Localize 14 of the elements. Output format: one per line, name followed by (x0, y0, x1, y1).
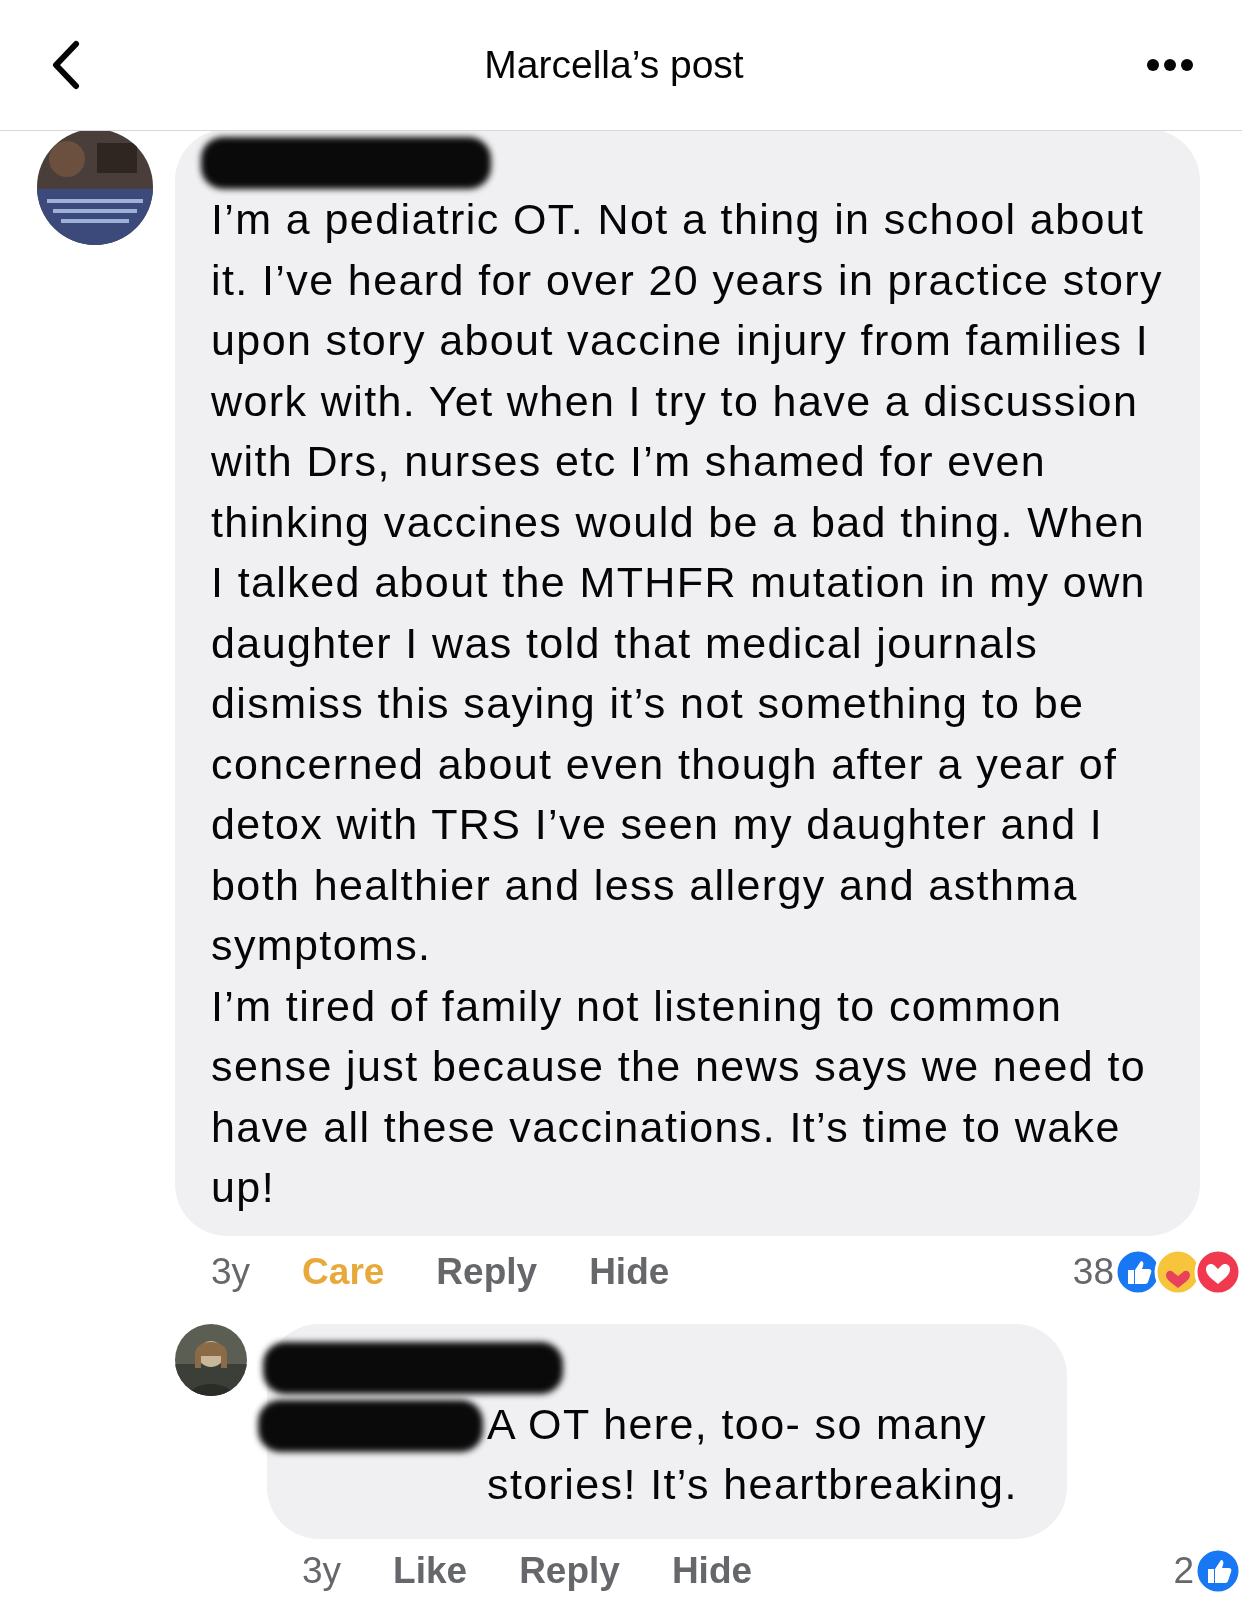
reaction-link[interactable]: Like (393, 1542, 468, 1599)
comment-text: I’m a pediatric OT. Not a thing in school about it. I’ve heard for over 20 years in practice story upon story about vaccine injury from families I work with. Yet when I try to have a discussion with Drs, nurses etc I’m shamed for even thinking vaccines would be a bad thing. When I talked about the MTHFR mutation in my own daughter I was told that medical journals dismiss this saying it’s not something to be concerned about even though after a year of detox with TRS I’ve seen my daughter and I both healthier and less allergy and asthma symptoms. (211, 194, 1164, 971)
comment-text: A OT here, too- so many stories! It’s heartbreaking. (487, 1398, 1019, 1510)
timestamp: 3y (302, 1548, 342, 1593)
action-link[interactable]: Hide (589, 1243, 670, 1300)
comment-text: I’m tired of family not listening to common sense just because the news says we need to have all these vaccinations. It’s time to wake up! (211, 980, 1148, 1213)
action-link[interactable]: Hide (671, 1542, 753, 1599)
action-link[interactable]: Reply (519, 1542, 620, 1599)
action-link[interactable]: Reply (436, 1243, 538, 1300)
more-icon[interactable] (1146, 58, 1194, 72)
timestamp: 3y (211, 1249, 251, 1294)
reaction-count: 38 (1072, 1249, 1114, 1294)
reaction-count: 2 (1173, 1548, 1194, 1593)
page-title: Marcella’s post (484, 41, 744, 88)
